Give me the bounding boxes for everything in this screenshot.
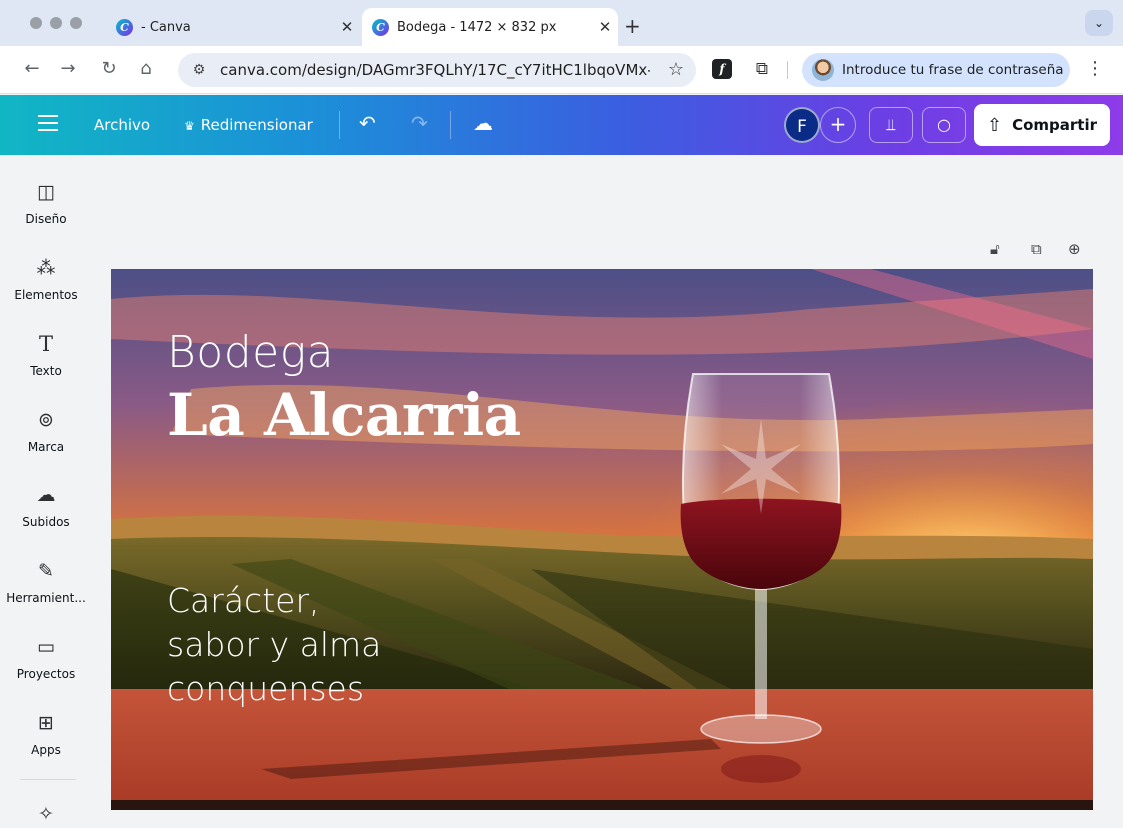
upload-cloud-icon: ☁ [36,484,56,506]
sidebar-item-texto[interactable]: T Texto [0,330,92,378]
sidebar-item-label: Subidos [22,515,70,529]
browser-tab-strip: C - Canva ✕ C Bodega - 1472 × 832 px ✕ +… [0,0,1123,46]
home-icon[interactable]: ⌂ [134,58,158,79]
design-tagline[interactable]: Carácter, sabor y alma conquenses [167,579,527,711]
duplicate-page-icon[interactable]: ⧉ [1031,240,1042,258]
header-divider [450,111,451,139]
tagline-line: sabor y alma [167,625,382,664]
header-divider [339,111,340,139]
layout-icon: ◫ [37,181,55,203]
user-avatar[interactable]: F [784,107,820,143]
sidebar-item-magic-media[interactable]: ✧ [0,800,92,828]
sidebar-item-subidos[interactable]: ☁ Subidos [0,481,92,529]
archivo-menu[interactable]: Archivo [94,116,150,134]
browser-menu-icon[interactable]: ⋮ [1086,58,1104,79]
tab-close-icon[interactable]: ✕ [334,18,360,36]
tab-title: Bodega - 1472 × 832 px [397,19,557,35]
design-heading-bodega[interactable]: Bodega [167,327,334,378]
sidebar-divider [20,779,76,780]
pen-tool-icon: ✎ [38,560,54,582]
address-bar[interactable]: ⚙ canva.com/design/DAGmr3FQLhY/17C_cY7it… [178,53,696,87]
tagline-line: Carácter, [167,581,320,620]
crown-icon: ♛ [184,119,195,133]
window-minimize-dot[interactable] [50,17,62,29]
tagline-line: conquenses [167,669,365,708]
apps-grid-icon: ⊞ [38,712,54,734]
browser-toolbar: ← → ↻ ⌂ ⚙ canva.com/design/DAGmr3FQLhY/1… [0,46,1123,94]
design-page[interactable]: Bodega La Alcarria Carácter, sabor y alm… [111,269,1093,810]
resize-label: Redimensionar [200,116,313,134]
redo-icon[interactable]: ↷ [411,111,428,135]
add-collaborator-icon[interactable]: + [820,107,856,143]
cloud-saved-icon[interactable]: ☁ [473,111,493,135]
undo-icon[interactable]: ↶ [359,111,376,135]
sidebar-item-label: Apps [31,743,61,757]
back-arrow-icon[interactable]: ← [20,58,44,79]
reload-icon[interactable]: ↻ [97,58,121,79]
sidebar-item-label: Texto [30,364,62,378]
tab-bodega-design[interactable]: C Bodega - 1472 × 832 px ✕ [362,8,618,46]
share-upload-icon: ⇧ [986,114,1003,136]
tab-canva-home[interactable]: C - Canva ✕ [108,8,360,46]
resize-button[interactable]: ♛ Redimensionar [184,116,313,134]
sidebar-item-apps[interactable]: ⊞ Apps [0,709,92,757]
magic-image-icon: ✧ [38,803,54,825]
share-label: Compartir [1012,116,1097,134]
sidebar-item-diseno[interactable]: ◫ Diseño [0,178,92,226]
insights-chart-icon[interactable]: ⫫ [869,107,913,143]
folder-icon: ▭ [37,636,55,658]
lock-page-icon[interactable]: 🔓︎ [990,240,1000,258]
comment-icon[interactable]: ○ [922,107,966,143]
window-zoom-dot[interactable] [70,17,82,29]
sidebar-item-label: Proyectos [16,667,76,681]
tab-title: - Canva [141,19,191,35]
sidebar-item-proyectos[interactable]: ▭ Proyectos [0,633,92,681]
brand-icon: ⊚ [38,409,54,431]
text-icon: T [38,332,53,356]
profile-avatar [812,59,834,81]
window-close-dot[interactable] [30,17,42,29]
url-text[interactable]: canva.com/design/DAGmr3FQLhY/17C_cY7itHC… [220,61,650,79]
profile-prompt-label: Introduce tu frase de contraseña [842,62,1064,78]
bookmark-star-icon[interactable]: ☆ [668,59,684,80]
canva-header: Archivo ♛ Redimensionar ↶ ↷ ☁ F + ⫫ ○ ⇧ C… [0,95,1123,155]
shapes-icon: ⁂ [36,257,56,279]
sidebar-item-label: Marca [27,440,65,454]
extensions-puzzle-icon[interactable]: ⧉ [752,59,772,79]
share-button[interactable]: ⇧ Compartir [974,104,1110,146]
canva-favicon-icon: C [116,18,133,36]
toolbar-divider [787,61,788,79]
menu-hamburger-icon[interactable] [38,115,58,131]
sidebar-item-elementos[interactable]: ⁂ Elementos [0,254,92,302]
site-settings-icon[interactable]: ⚙ [190,62,208,78]
design-heading-la-alcarria[interactable]: La Alcarria [167,381,521,449]
canva-favicon-icon: C [372,18,389,36]
forward-arrow-icon[interactable]: → [56,58,80,79]
sidebar-item-label: Elementos [14,288,78,302]
sidebar-item-label: Herramient... [6,591,86,605]
tab-close-icon[interactable]: ✕ [592,18,618,36]
sidebar-item-herramientas[interactable]: ✎ Herramient... [0,557,92,605]
add-page-icon[interactable]: ⊕ [1068,240,1081,258]
extension-f-icon[interactable]: f [712,59,732,79]
profile-passphrase-button[interactable]: Introduce tu frase de contraseña [802,53,1070,87]
tab-search-chevron-icon[interactable]: ⌄ [1085,10,1113,36]
sidebar-item-marca[interactable]: ⊚ Marca [0,406,92,454]
sidebar-item-label: Diseño [25,212,67,226]
new-tab-button[interactable]: + [624,14,641,38]
